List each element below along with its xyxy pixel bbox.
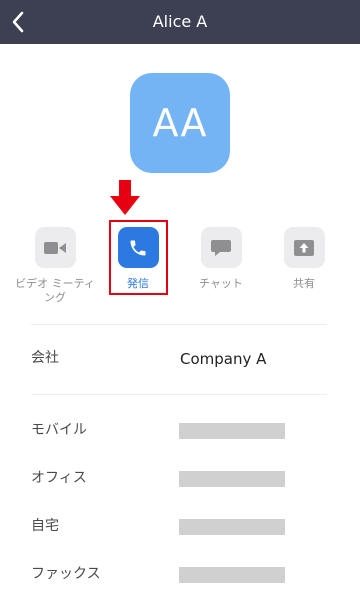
divider	[31, 324, 327, 325]
share-action[interactable]: 共有	[264, 227, 344, 291]
page-title: Alice A	[152, 12, 208, 31]
video-camera-icon	[44, 241, 66, 254]
share-button[interactable]	[283, 227, 325, 268]
chat-bubble-icon	[211, 239, 231, 256]
divider	[31, 394, 327, 395]
share-screen-icon	[294, 239, 314, 256]
mobile-label: モバイル	[31, 422, 87, 438]
office-label: オフィス	[31, 470, 87, 486]
down-arrow-annotation-icon	[110, 180, 140, 215]
avatar: AA	[130, 73, 230, 173]
header-bar: Alice A	[0, 0, 360, 44]
home-label: 自宅	[31, 518, 59, 534]
company-label: 会社	[31, 350, 59, 366]
fax-value-redacted	[179, 567, 285, 583]
video-meeting-label: ビデオ ミーティング	[15, 277, 95, 304]
video-meeting-action[interactable]: ビデオ ミーティング	[15, 227, 95, 305]
chat-action[interactable]: チャット	[181, 227, 261, 291]
home-value-redacted[interactable]	[179, 519, 285, 535]
chat-label: チャット	[199, 277, 243, 290]
avatar-initials: AA	[152, 101, 208, 145]
video-meeting-button[interactable]	[34, 227, 76, 268]
share-label: 共有	[293, 277, 315, 290]
mobile-value-redacted[interactable]	[179, 423, 285, 439]
office-value-redacted[interactable]	[179, 471, 285, 487]
company-value: Company A	[180, 350, 267, 368]
chat-button[interactable]	[200, 227, 242, 268]
fax-label: ファックス	[31, 566, 101, 582]
call-highlight-box	[109, 220, 168, 295]
